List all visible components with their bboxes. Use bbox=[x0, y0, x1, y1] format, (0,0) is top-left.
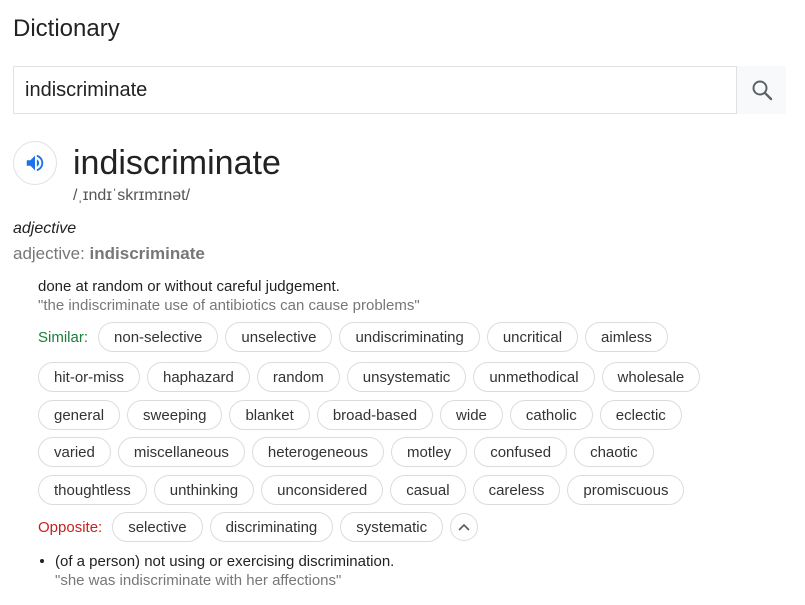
synonym-chip[interactable]: miscellaneous bbox=[117, 437, 245, 467]
synonym-chip[interactable]: wide bbox=[440, 400, 503, 430]
synonym-chip[interactable]: sweeping bbox=[127, 400, 223, 430]
synonym-chip[interactable]: motley bbox=[391, 437, 468, 467]
synonym-chip[interactable]: unselective bbox=[225, 322, 333, 352]
part-of-speech: adjective bbox=[13, 220, 77, 237]
synonym-chip[interactable]: varied bbox=[38, 437, 111, 467]
synonym-chip[interactable]: random bbox=[256, 362, 340, 392]
synonym-chip[interactable]: broad-based bbox=[316, 400, 434, 430]
similar-row: varied miscellaneous heterogeneous motle… bbox=[38, 437, 661, 467]
phonetic: /ˌɪndɪˈskrɪmɪnət/ bbox=[73, 187, 191, 204]
speaker-icon bbox=[26, 154, 44, 172]
definition: done at random or without careful judgem… bbox=[38, 278, 340, 295]
synonym-chip[interactable]: thoughtless bbox=[38, 475, 147, 505]
synonym-chip[interactable]: eclectic bbox=[599, 400, 682, 430]
headword: indiscriminate bbox=[73, 144, 281, 182]
synonym-chip[interactable]: haphazard bbox=[147, 362, 250, 392]
chevron-up-icon bbox=[458, 524, 470, 531]
search-button[interactable] bbox=[736, 66, 786, 114]
synonym-chip[interactable]: unthinking bbox=[153, 475, 255, 505]
antonym-chip[interactable]: discriminating bbox=[209, 512, 334, 542]
synonym-chip[interactable]: wholesale bbox=[601, 362, 701, 392]
synonym-chip[interactable]: casual bbox=[390, 475, 466, 505]
similar-row: hit-or-miss haphazard random unsystemati… bbox=[38, 362, 707, 392]
synonym-chip[interactable]: careless bbox=[472, 475, 561, 505]
opposite-label: Opposite: bbox=[38, 518, 103, 536]
synonym-chip[interactable]: aimless bbox=[585, 322, 668, 352]
synonym-chip[interactable]: uncritical bbox=[486, 322, 579, 352]
example: "the indiscriminate use of antibiotics c… bbox=[38, 297, 420, 314]
synonym-chip[interactable]: confused bbox=[474, 437, 568, 467]
similar-row: thoughtless unthinking unconsidered casu… bbox=[38, 475, 691, 505]
antonym-chip[interactable]: systematic bbox=[340, 512, 444, 542]
bullet bbox=[40, 559, 44, 563]
pos-label: adjective: bbox=[13, 244, 90, 263]
similar-row: Similar: non-selective unselective undis… bbox=[38, 322, 675, 352]
synonym-chip[interactable]: unconsidered bbox=[261, 475, 384, 505]
synonym-chip[interactable]: general bbox=[38, 400, 121, 430]
synonym-chip[interactable]: heterogeneous bbox=[251, 437, 384, 467]
synonym-chip[interactable]: non-selective bbox=[98, 322, 219, 352]
example: "she was indiscriminate with her affecti… bbox=[55, 572, 342, 589]
collapse-button[interactable] bbox=[450, 513, 479, 541]
synonym-chip[interactable]: chaotic bbox=[574, 437, 654, 467]
search-icon bbox=[752, 80, 772, 101]
synonym-chip[interactable]: catholic bbox=[509, 400, 593, 430]
search-box bbox=[13, 66, 786, 114]
definition: (of a person) not using or exercising di… bbox=[55, 553, 395, 570]
pos-word: indiscriminate bbox=[89, 244, 205, 263]
pronunciation-button[interactable] bbox=[13, 141, 57, 185]
similar-row: general sweeping blanket broad-based wid… bbox=[38, 400, 689, 430]
opposite-row: Opposite: selective discriminating syste… bbox=[38, 512, 479, 542]
synonym-chip[interactable]: blanket bbox=[229, 400, 310, 430]
pos-line: adjective: indiscriminate bbox=[13, 244, 205, 264]
similar-label: Similar: bbox=[38, 328, 89, 346]
synonym-chip[interactable]: hit-or-miss bbox=[38, 362, 140, 392]
page-title: Dictionary bbox=[13, 15, 120, 42]
synonym-chip[interactable]: unmethodical bbox=[473, 362, 595, 392]
antonym-chip[interactable]: selective bbox=[112, 512, 203, 542]
synonym-chip[interactable]: unsystematic bbox=[346, 362, 467, 392]
search-input[interactable] bbox=[14, 67, 736, 113]
synonym-chip[interactable]: undiscriminating bbox=[339, 322, 480, 352]
synonym-chip[interactable]: promiscuous bbox=[567, 475, 685, 505]
